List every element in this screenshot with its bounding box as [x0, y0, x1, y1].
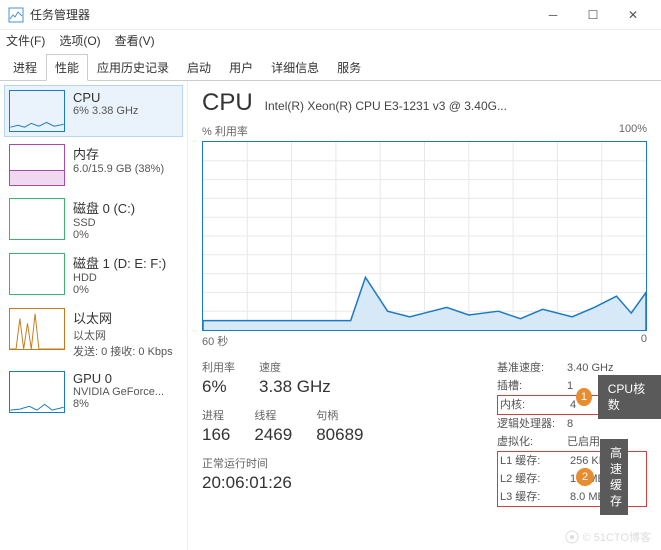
- tabbar: 进程 性能 应用历史记录 启动 用户 详细信息 服务: [0, 53, 661, 81]
- callout-1: 1 CPU核数: [576, 375, 661, 419]
- sidebar-item-disk1[interactable]: 磁盘 1 (D: E: F:)HDD0%: [4, 248, 183, 301]
- disk-thumb: [9, 198, 65, 240]
- menu-view[interactable]: 查看(V): [115, 32, 155, 49]
- tab-performance[interactable]: 性能: [46, 54, 88, 81]
- tab-users[interactable]: 用户: [220, 54, 262, 81]
- cpu-thumb: [9, 90, 65, 132]
- sidebar-item-label: 磁盘 1 (D: E: F:): [73, 253, 178, 272]
- sidebar-item-cpu[interactable]: CPU6% 3.38 GHz: [4, 85, 183, 137]
- sidebar-item-label: CPU: [73, 90, 178, 105]
- close-button[interactable]: ✕: [613, 0, 653, 30]
- sidebar-item-label: GPU 0: [73, 371, 178, 386]
- sidebar-item-label: 磁盘 0 (C:): [73, 198, 178, 217]
- tab-app-history[interactable]: 应用历史记录: [88, 54, 178, 81]
- sidebar-item-gpu[interactable]: GPU 0NVIDIA GeForce...8%: [4, 366, 183, 418]
- sidebar: CPU6% 3.38 GHz 内存6.0/15.9 GB (38%) 磁盘 0 …: [0, 81, 188, 550]
- sidebar-item-memory[interactable]: 内存6.0/15.9 GB (38%): [4, 139, 183, 191]
- menu-options[interactable]: 选项(O): [59, 32, 100, 49]
- page-title: CPU: [202, 89, 253, 117]
- titlebar: 任务管理器 ─ ☐ ✕: [0, 0, 661, 30]
- tab-startup[interactable]: 启动: [178, 54, 220, 81]
- tab-details[interactable]: 详细信息: [262, 54, 328, 81]
- memory-thumb: [9, 144, 65, 186]
- ethernet-thumb: [9, 308, 65, 350]
- tab-processes[interactable]: 进程: [4, 54, 46, 81]
- watermark: © 51CTO博客: [565, 529, 651, 545]
- sidebar-item-disk0[interactable]: 磁盘 0 (C:)SSD0%: [4, 193, 183, 246]
- maximize-button[interactable]: ☐: [573, 0, 613, 30]
- sidebar-item-label: 以太网: [73, 308, 178, 327]
- sidebar-item-ethernet[interactable]: 以太网以太网发送: 0 接收: 0 Kbps: [4, 303, 183, 364]
- cpu-model: Intel(R) Xeon(R) CPU E3-1231 v3 @ 3.40G.…: [265, 99, 647, 113]
- sidebar-item-label: 内存: [73, 144, 178, 163]
- app-icon: [8, 7, 24, 23]
- callout-2: 2 高速缓存: [576, 439, 628, 515]
- menu-file[interactable]: 文件(F): [6, 32, 45, 49]
- minimize-button[interactable]: ─: [533, 0, 573, 30]
- cpu-chart[interactable]: [202, 141, 647, 331]
- menubar: 文件(F) 选项(O) 查看(V): [0, 30, 661, 53]
- window-title: 任务管理器: [30, 6, 533, 23]
- disk-thumb: [9, 253, 65, 295]
- tab-services[interactable]: 服务: [328, 54, 370, 81]
- gpu-thumb: [9, 371, 65, 413]
- main-panel: CPU Intel(R) Xeon(R) CPU E3-1231 v3 @ 3.…: [188, 81, 661, 550]
